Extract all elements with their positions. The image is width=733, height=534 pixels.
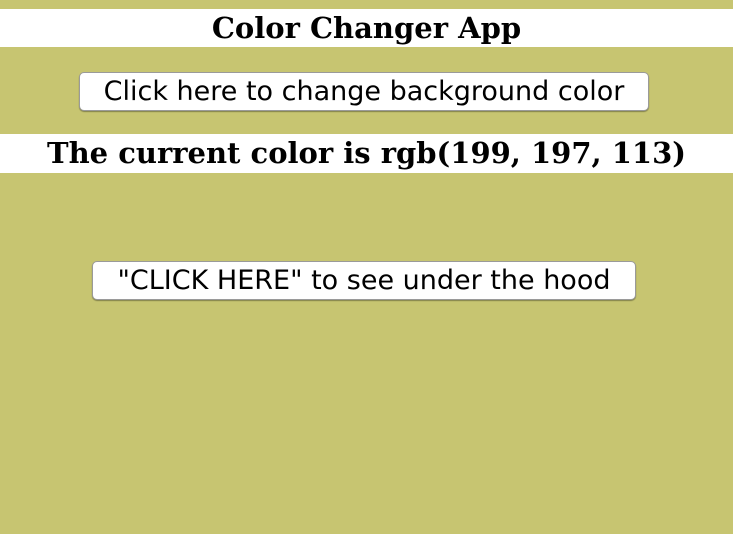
page-title: Color Changer App (211, 10, 522, 45)
title-band: Color Changer App (0, 9, 733, 47)
current-color-band: The current color is rgb(199, 197, 113) (0, 134, 733, 173)
app-page: Color Changer App Click here to change b… (0, 0, 733, 534)
change-background-button[interactable]: Click here to change background color (79, 72, 649, 111)
current-color-text: The current color is rgb(199, 197, 113) (47, 136, 686, 170)
under-the-hood-button[interactable]: "CLICK HERE" to see under the hood (92, 261, 636, 300)
